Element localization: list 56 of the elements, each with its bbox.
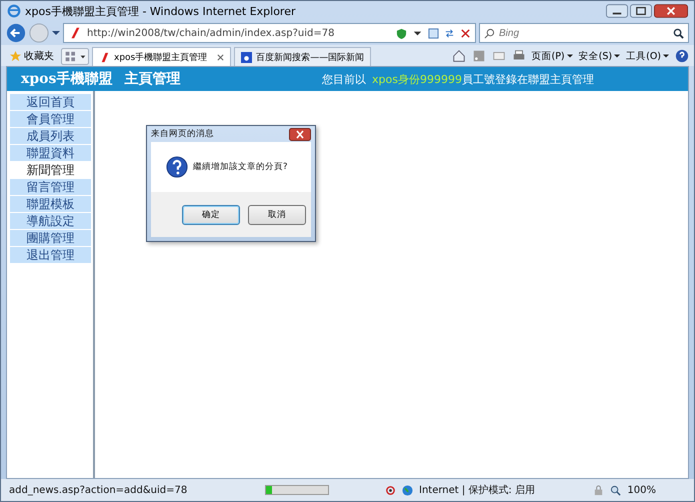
back-icon[interactable]	[6, 23, 26, 43]
browser-tab[interactable]: xpos手機聯盟主頁管理	[92, 47, 232, 66]
caret-icon	[663, 53, 669, 59]
question-icon	[166, 156, 188, 178]
login-prefix: 您目前以	[322, 72, 366, 86]
sidebar-link[interactable]: 退出管理	[10, 247, 91, 263]
lock-icon[interactable]	[593, 484, 604, 496]
close-icon[interactable]	[289, 128, 311, 140]
compatibility-icon[interactable]	[428, 28, 439, 38]
login-text: 員工號登錄在聯盟主頁管理	[462, 72, 594, 86]
zoom-icon[interactable]	[610, 484, 622, 496]
close-tab-icon[interactable]	[217, 54, 224, 60]
sidebar-link[interactable]: 聯盟資料	[10, 145, 91, 161]
maximize-icon[interactable]	[630, 4, 652, 18]
address-field[interactable]: http://win2008/tw/chain/admin/index.asp?uid=78	[63, 23, 476, 43]
command-menu[interactable]: 安全(S)	[578, 50, 620, 62]
sidebar-link[interactable]: 會員管理	[10, 111, 91, 127]
sidebar-link[interactable]: 留言管理	[10, 179, 91, 195]
sidebar-link[interactable]: 返回首頁	[10, 94, 91, 110]
status-url: add_news.asp?action=add&uid=78	[9, 484, 188, 496]
favorites-button[interactable]: 收藏夹	[6, 46, 58, 66]
login-id: xpos身份999999	[372, 72, 462, 86]
dialog-message: 繼續增加該文章的分頁?	[193, 161, 288, 173]
stop-icon[interactable]	[460, 28, 471, 38]
site-logo-icon	[99, 52, 110, 62]
search-field[interactable]: Bing	[479, 23, 689, 43]
zoom-level[interactable]: 100%	[627, 484, 656, 496]
minimize-icon[interactable]	[606, 4, 628, 18]
star-icon	[10, 50, 21, 62]
globe-icon	[402, 484, 413, 496]
command-menu[interactable]: 页面(P)	[532, 50, 573, 62]
window-title: xpos手機聯盟主頁管理 - Windows Internet Explorer	[25, 4, 296, 18]
dropdown-icon[interactable]	[52, 29, 60, 37]
security-zone: Internet | 保护模式: 启用	[419, 484, 535, 497]
page-title: 主頁管理	[124, 70, 180, 88]
dialog-button[interactable]: 取消	[248, 204, 306, 224]
help-icon[interactable]	[675, 49, 689, 63]
feed-icon[interactable]	[472, 49, 486, 63]
command-menu[interactable]: 工具(O)	[626, 50, 669, 62]
shield-icon[interactable]	[396, 28, 407, 38]
browser-tab[interactable]: 百度新闻搜索——国际新闻	[234, 47, 372, 66]
tab-grid-icon[interactable]	[61, 48, 89, 65]
sidebar-link[interactable]: 導航設定	[10, 213, 91, 229]
home-icon[interactable]	[452, 49, 466, 63]
search-icon[interactable]	[673, 28, 684, 38]
site-title: xpos手機聯盟	[21, 70, 112, 88]
search-icon	[484, 28, 495, 38]
caret-icon	[614, 53, 620, 59]
close-icon[interactable]	[654, 4, 688, 18]
caret-icon	[566, 53, 573, 59]
sidebar-link[interactable]: 團購管理	[10, 230, 91, 246]
dialog-title: 来自网页的消息	[151, 128, 214, 140]
sidebar-link[interactable]: 成員列表	[10, 128, 91, 144]
sidebar-link[interactable]: 聯盟模板	[10, 196, 91, 212]
refresh-icon[interactable]	[444, 28, 455, 38]
dialog-button[interactable]: 确定	[182, 204, 240, 224]
